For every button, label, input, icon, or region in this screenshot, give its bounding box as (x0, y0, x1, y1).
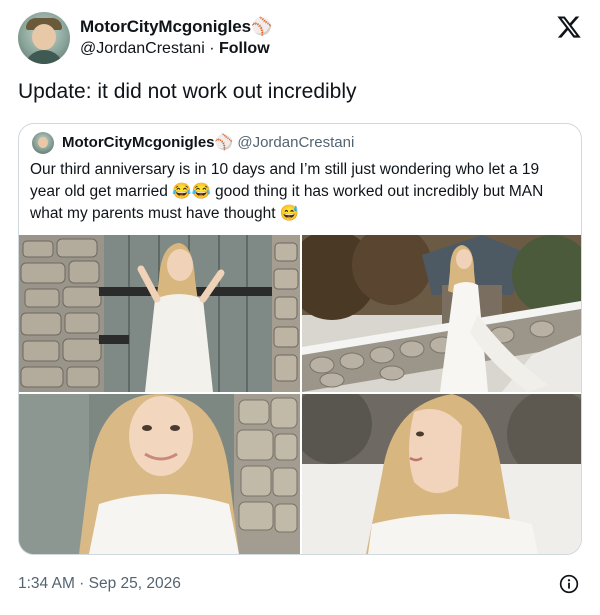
author-display-name[interactable]: MotorCityMcgonigles⚾ (80, 17, 272, 37)
quoted-author-avatar (32, 132, 54, 154)
baseball-emoji: ⚾ (250, 17, 273, 36)
x-logo-icon[interactable] (556, 14, 582, 40)
author-handle-row: @JordanCrestani · Follow (80, 40, 270, 58)
follow-button[interactable]: Follow (219, 40, 270, 57)
quoted-header: MotorCityMcgonigles⚾ @JordanCrestani (62, 133, 354, 151)
author-avatar[interactable] (18, 12, 70, 64)
quoted-display-name: MotorCityMcgonigles (62, 134, 215, 151)
info-icon[interactable] (559, 574, 579, 594)
tweet-text: Update: it did not work out incredibly (18, 80, 357, 103)
tweet-timestamp[interactable]: 1:34 AM · Sep 25, 2026 (18, 575, 181, 593)
tweet-card: MotorCityMcgonigles⚾ @JordanCrestani · F… (0, 0, 600, 615)
quoted-handle: @JordanCrestani (237, 134, 355, 151)
photo-3[interactable] (19, 394, 300, 554)
photo-1[interactable] (19, 235, 300, 392)
separator-dot: · (209, 40, 215, 57)
baseball-emoji: ⚾ (214, 134, 234, 151)
quoted-tweet[interactable]: MotorCityMcgonigles⚾ @JordanCrestani Our… (18, 123, 582, 555)
author-handle[interactable]: @JordanCrestani (80, 40, 205, 57)
photo-2[interactable] (302, 235, 581, 392)
photo-4[interactable] (302, 394, 581, 554)
photo-grid (19, 235, 581, 554)
quoted-text: Our third anniversary is in 10 days and … (30, 161, 544, 222)
